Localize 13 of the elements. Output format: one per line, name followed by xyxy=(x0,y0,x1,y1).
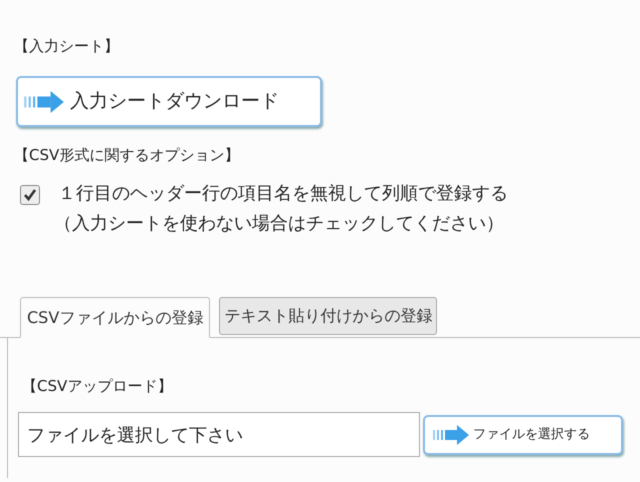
checkbox-label: １行目のヘッダー行の項目名を無視して列順で登録する xyxy=(58,182,508,206)
download-button[interactable]: 入力シートダウンロード xyxy=(16,76,322,127)
section-heading: 【CSVアップロード】 xyxy=(22,376,174,396)
checkbox[interactable] xyxy=(20,185,40,205)
arrow-icon xyxy=(22,90,66,112)
select-file-button[interactable]: ファイルを選択する xyxy=(423,414,623,454)
arrow-icon xyxy=(431,424,471,444)
section-heading: 【入力シート】 xyxy=(14,36,120,56)
section-heading: 【CSV形式に関するオプション】 xyxy=(14,145,240,165)
tab[interactable]: CSVファイルからの登録 xyxy=(20,297,210,338)
tab[interactable]: テキスト貼り付けからの登録 xyxy=(219,297,438,335)
checkbox-note: （入力シートを使わない場合はチェックしてください） xyxy=(54,212,505,236)
file-field[interactable]: ファイルを選択して下さい xyxy=(18,412,420,457)
